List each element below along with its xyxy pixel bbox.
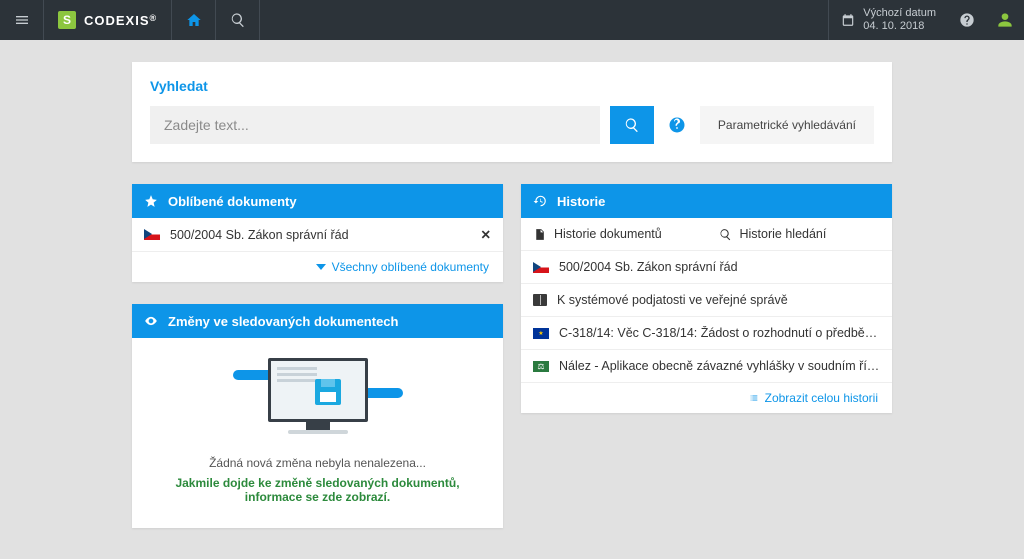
search-icon	[624, 117, 640, 133]
home-button[interactable]	[172, 0, 216, 40]
changes-title: Změny ve sledovaných dokumentech	[168, 314, 398, 329]
monitor-illustration	[261, 358, 375, 438]
help-icon	[959, 12, 975, 28]
date-text: Výchozí datum 04. 10. 2018	[863, 7, 936, 33]
list-icon	[749, 393, 759, 403]
favorite-remove-button[interactable]: ✕	[481, 227, 491, 242]
date-selector[interactable]: Výchozí datum 04. 10. 2018	[828, 0, 948, 40]
history-tabs: Historie dokumentů Historie hledání	[521, 218, 892, 251]
star-icon	[144, 194, 158, 208]
home-icon	[186, 12, 202, 28]
history-all-link[interactable]: Zobrazit celou historii	[521, 383, 892, 413]
history-item-label: C-318/14: Věc C-318/14: Žádost o rozhodn…	[559, 326, 880, 340]
logo-text: CODEXIS®	[84, 13, 157, 28]
search-icon	[719, 228, 732, 241]
favorite-item-label: 500/2004 Sb. Zákon správní řád	[170, 228, 471, 242]
history-tab-search[interactable]: Historie hledání	[707, 218, 893, 250]
history-item[interactable]: K systémové podjatosti ve veřejné správě	[521, 284, 892, 317]
app-logo[interactable]: S CODEXIS®	[44, 0, 172, 40]
history-item[interactable]: ★ C-318/14: Věc C-318/14: Žádost o rozho…	[521, 317, 892, 350]
history-header: Historie	[521, 184, 892, 218]
document-icon	[533, 228, 546, 241]
history-item-label: K systémové podjatosti ve veřejné správě	[557, 293, 880, 307]
question-circle-icon	[668, 116, 686, 134]
favorite-item[interactable]: 500/2004 Sb. Zákon správní řád ✕	[132, 218, 503, 252]
user-icon	[997, 12, 1013, 28]
favorites-all-link[interactable]: Všechny oblíbené dokumenty	[132, 252, 503, 282]
flag-cz-icon	[144, 229, 160, 240]
logo-badge: S	[58, 11, 76, 29]
flag-green-icon: ⚖	[533, 361, 549, 372]
history-title: Historie	[557, 194, 605, 209]
history-item-label: Nález - Aplikace obecně závazné vyhlášky…	[559, 359, 880, 373]
favorites-header: Oblíbené dokumenty	[132, 184, 503, 218]
hamburger-icon	[14, 12, 30, 28]
changes-hint-text: Jakmile dojde ke změně sledovaných dokum…	[148, 476, 487, 504]
search-input[interactable]	[150, 106, 600, 144]
changes-empty-text: Žádná nová změna nebyla nenalezena...	[148, 456, 487, 470]
search-icon	[230, 12, 246, 28]
changes-body: Žádná nová změna nebyla nenalezena... Ja…	[132, 338, 503, 528]
flag-cz-icon	[533, 262, 549, 273]
date-label: Výchozí datum	[863, 7, 936, 20]
date-value: 04. 10. 2018	[863, 20, 936, 33]
topbar-search-button[interactable]	[216, 0, 260, 40]
history-tab-documents[interactable]: Historie dokumentů	[521, 218, 707, 250]
user-button[interactable]	[986, 0, 1024, 40]
caret-down-icon	[316, 262, 326, 272]
changes-header: Změny ve sledovaných dokumentech	[132, 304, 503, 338]
flag-eu-icon: ★	[533, 328, 549, 339]
help-button[interactable]	[948, 0, 986, 40]
search-card: Vyhledat Parametrické vyhledávání	[132, 62, 892, 162]
parametric-search-button[interactable]: Parametrické vyhledávání	[700, 106, 874, 144]
history-item[interactable]: 500/2004 Sb. Zákon správní řád	[521, 251, 892, 284]
topbar: S CODEXIS® Výchozí datum 04. 10. 2018	[0, 0, 1024, 40]
eye-icon	[144, 314, 158, 328]
history-icon	[533, 194, 547, 208]
book-icon	[533, 294, 547, 306]
calendar-icon	[841, 13, 855, 27]
favorites-panel: Oblíbené dokumenty 500/2004 Sb. Zákon sp…	[132, 184, 503, 282]
search-title: Vyhledat	[150, 78, 874, 94]
menu-button[interactable]	[0, 0, 44, 40]
history-panel: Historie Historie dokumentů Historie hle…	[521, 184, 892, 413]
changes-panel: Změny ve sledovaných dokumentech	[132, 304, 503, 528]
search-submit-button[interactable]	[610, 106, 654, 144]
history-item-label: 500/2004 Sb. Zákon správní řád	[559, 260, 880, 274]
search-help-button[interactable]	[664, 106, 690, 144]
history-item[interactable]: ⚖ Nález - Aplikace obecně závazné vyhláš…	[521, 350, 892, 383]
favorites-title: Oblíbené dokumenty	[168, 194, 297, 209]
